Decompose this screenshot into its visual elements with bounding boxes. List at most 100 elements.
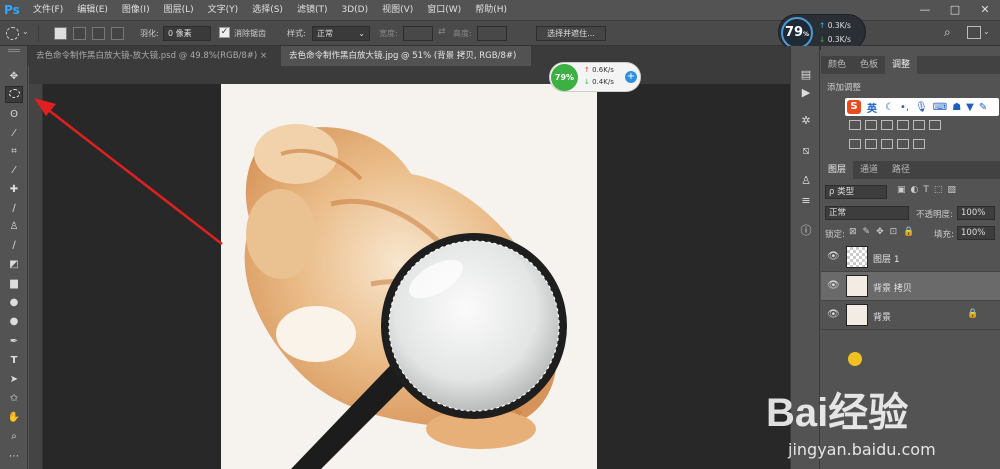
width-label: 宽度:	[379, 29, 398, 38]
color-panel-tabs: 颜色 色板 调整	[821, 56, 1000, 74]
clone-source-icon[interactable]: ♙	[797, 172, 815, 190]
workspace-icon[interactable]	[967, 26, 981, 39]
tab-layers[interactable]: 图层	[821, 161, 854, 179]
magnifier-lens	[389, 241, 559, 411]
zoom-tool-icon[interactable]: ⌕	[5, 428, 23, 445]
curves-icon[interactable]	[865, 120, 877, 130]
select-and-mask-button[interactable]: 选择并遮住...	[536, 26, 606, 41]
layer-row-selected[interactable]: 👁 背景 拷贝	[821, 272, 1000, 301]
tab-swatches[interactable]: 色板	[853, 56, 885, 74]
tab-adjustments[interactable]: 调整	[885, 56, 918, 74]
eye-icon[interactable]: 👁	[827, 251, 840, 262]
gradient-map-icon[interactable]	[897, 139, 909, 149]
menu-item-8[interactable]: 视图(V)	[375, 0, 420, 20]
layer-row[interactable]: 👁 背景 🔒	[821, 301, 1000, 330]
color-balance-icon[interactable]	[897, 120, 909, 130]
menu-item-10[interactable]: 帮助(H)	[468, 0, 514, 20]
invert-icon[interactable]	[849, 139, 861, 149]
threshold-icon[interactable]	[881, 139, 893, 149]
swap-icon[interactable]: ⇄	[438, 27, 446, 37]
dodge-tool-icon[interactable]: ●	[5, 313, 23, 330]
height-label: 高度:	[453, 29, 472, 38]
arrow-up-icon: ↑	[819, 21, 826, 30]
maximize-button[interactable]: □	[940, 0, 970, 20]
info-icon[interactable]: ⓘ	[797, 222, 815, 240]
style-value: 正常	[317, 29, 333, 38]
minimize-button[interactable]: —	[910, 0, 940, 20]
levels-icon[interactable]	[849, 120, 861, 130]
sogou-logo: S	[847, 100, 861, 114]
wrench-icon[interactable]: ✎	[979, 102, 987, 113]
more-tools-icon[interactable]: ⋯	[5, 448, 23, 465]
properties-icon[interactable]: ≡	[797, 192, 815, 210]
height-input[interactable]	[477, 26, 507, 41]
type-tool-icon[interactable]: T	[5, 352, 23, 369]
network-speed-widget[interactable]: 79% ↑ 0.3K/s ↓ 0.3K/s	[778, 14, 866, 50]
lock-label: 锁定:	[825, 230, 845, 240]
posterize-icon[interactable]	[865, 139, 877, 149]
add-adjustment-title: 添加调整	[827, 83, 862, 93]
style-select[interactable]: 正常 ⌄	[312, 26, 370, 41]
arrow-down-icon: ↓	[819, 35, 826, 44]
menu-item-9[interactable]: 窗口(W)	[420, 0, 468, 20]
exposure-icon[interactable]	[881, 120, 893, 130]
lock-icons[interactable]: ⊠✎✥⊡🔒	[849, 227, 920, 237]
download-speed-value: 0.4K/s	[592, 78, 614, 86]
adjustments-icon[interactable]: ✲	[797, 112, 815, 130]
layer-thumbnail	[846, 246, 868, 268]
arrow-up-icon: ↑	[584, 66, 590, 74]
tab-document-jpg[interactable]: 去色命令制作黑白放大镜.jpg @ 51% (背景 拷贝, RGB/8#) * …	[281, 46, 531, 81]
tab-color[interactable]: 颜色	[821, 56, 853, 74]
plus-button[interactable]: +	[625, 71, 637, 83]
fill-label: 填充:	[934, 230, 954, 240]
lock-icon: 🔒	[967, 309, 979, 319]
user-icon[interactable]: ☗	[952, 102, 961, 113]
photo-filter-icon[interactable]	[929, 120, 941, 130]
opacity-input[interactable]: 100%	[957, 206, 995, 220]
tab-channels[interactable]: 通道	[853, 161, 885, 179]
layer-name: 背景	[873, 313, 892, 323]
menu-item-7[interactable]: 3D(D)	[334, 0, 375, 20]
search-icon[interactable]: ⌕	[944, 25, 951, 40]
moon-icon[interactable]: ☾	[885, 102, 894, 113]
cpu-gauge: 79%	[781, 17, 813, 49]
upload-speed-value: 0.6K/s	[592, 66, 614, 74]
selective-color-icon[interactable]	[913, 139, 925, 149]
black-white-icon[interactable]	[913, 120, 925, 130]
history-icon[interactable]: ▤	[797, 66, 815, 84]
tab-paths[interactable]: 路径	[885, 161, 917, 179]
opacity-label: 不透明度:	[916, 210, 953, 220]
layer-filter-icons[interactable]: ▣◐T⬚▧	[897, 185, 961, 195]
layer-row[interactable]: 👁 图层 1	[821, 243, 1000, 272]
chevron-down-icon[interactable]: ⌄	[983, 27, 990, 36]
upload-speed: ↑ 0.3K/s	[819, 21, 851, 30]
fill-input[interactable]: 100%	[957, 226, 995, 240]
hand-tool-icon[interactable]: ✋	[5, 409, 23, 426]
punctuation-icon[interactable]: •,	[900, 102, 909, 113]
close-button[interactable]: ✕	[970, 0, 1000, 20]
eye-icon[interactable]: 👁	[827, 309, 840, 320]
brush-settings-icon[interactable]: ⧅	[797, 142, 815, 160]
upload-speed-value: 0.3K/s	[827, 21, 851, 30]
canvas-speed-widget[interactable]: 79% ↑ 0.6K/s ↓ 0.4K/s +	[549, 62, 641, 92]
watermark-brand: Bai经验	[766, 391, 909, 435]
keyboard-icon[interactable]: ⌨	[933, 102, 947, 113]
path-selection-tool-icon[interactable]: ➤	[5, 371, 23, 388]
play-icon[interactable]: ▶	[797, 84, 815, 102]
baidu-bulb-icon	[848, 352, 862, 366]
watermark-url: jingyan.baidu.com	[788, 440, 936, 459]
skin-icon[interactable]: ▼	[966, 102, 974, 113]
microphone-icon[interactable]: 🎙	[915, 102, 928, 113]
memory-gauge: 79%	[551, 64, 578, 91]
width-input[interactable]	[403, 26, 433, 41]
ime-toolbar[interactable]: S 英 ☾ •, 🎙 ⌨ ☗ ▼ ✎	[845, 98, 999, 116]
pen-tool-icon[interactable]: ✒	[5, 333, 23, 350]
shape-tool-icon[interactable]: ✩	[5, 390, 23, 407]
chevron-down-icon: ⌄	[358, 29, 365, 38]
layer-thumbnail	[846, 304, 868, 326]
layer-filter-select[interactable]: ρ 类型	[825, 185, 887, 199]
layer-thumbnail	[846, 275, 868, 297]
blend-mode-select[interactable]: 正常	[825, 206, 909, 220]
eye-icon[interactable]: 👁	[827, 280, 840, 291]
ime-lang-toggle[interactable]: 英	[867, 100, 877, 115]
